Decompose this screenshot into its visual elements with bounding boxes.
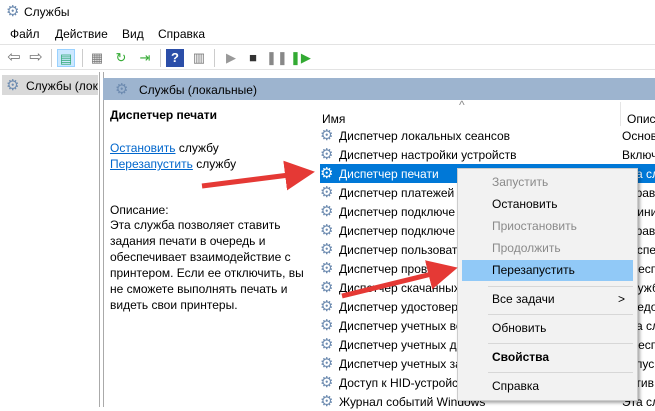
arrow-to-print-spooler: [201, 160, 315, 191]
annotation-arrows: [201, 160, 458, 299]
arrow-to-restart: [341, 260, 458, 299]
